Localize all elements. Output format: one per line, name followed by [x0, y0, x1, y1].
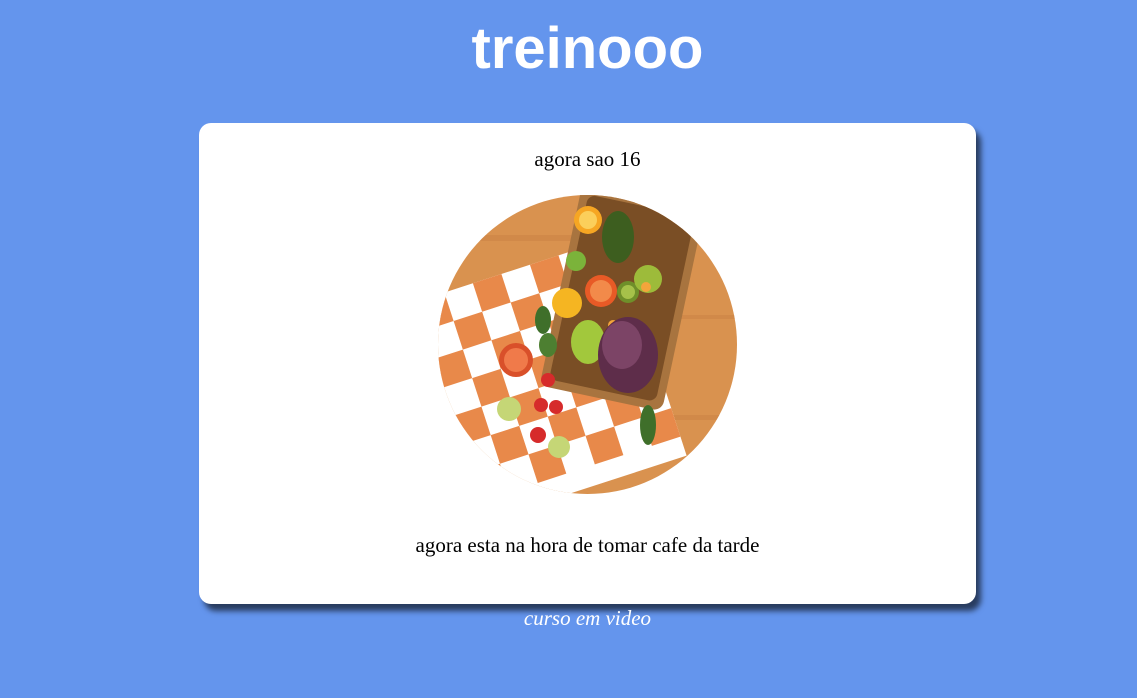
time-text: agora sao 16: [534, 147, 641, 171]
message-text: agora esta na hora de tomar cafe da tard…: [415, 533, 760, 557]
content-card: agora sao 16 agora esta na hora de tomar…: [199, 123, 976, 604]
page-title: treinooo: [471, 16, 704, 81]
footer-text: curso em video: [523, 606, 652, 630]
fruit-basket-photo: [438, 195, 737, 494]
